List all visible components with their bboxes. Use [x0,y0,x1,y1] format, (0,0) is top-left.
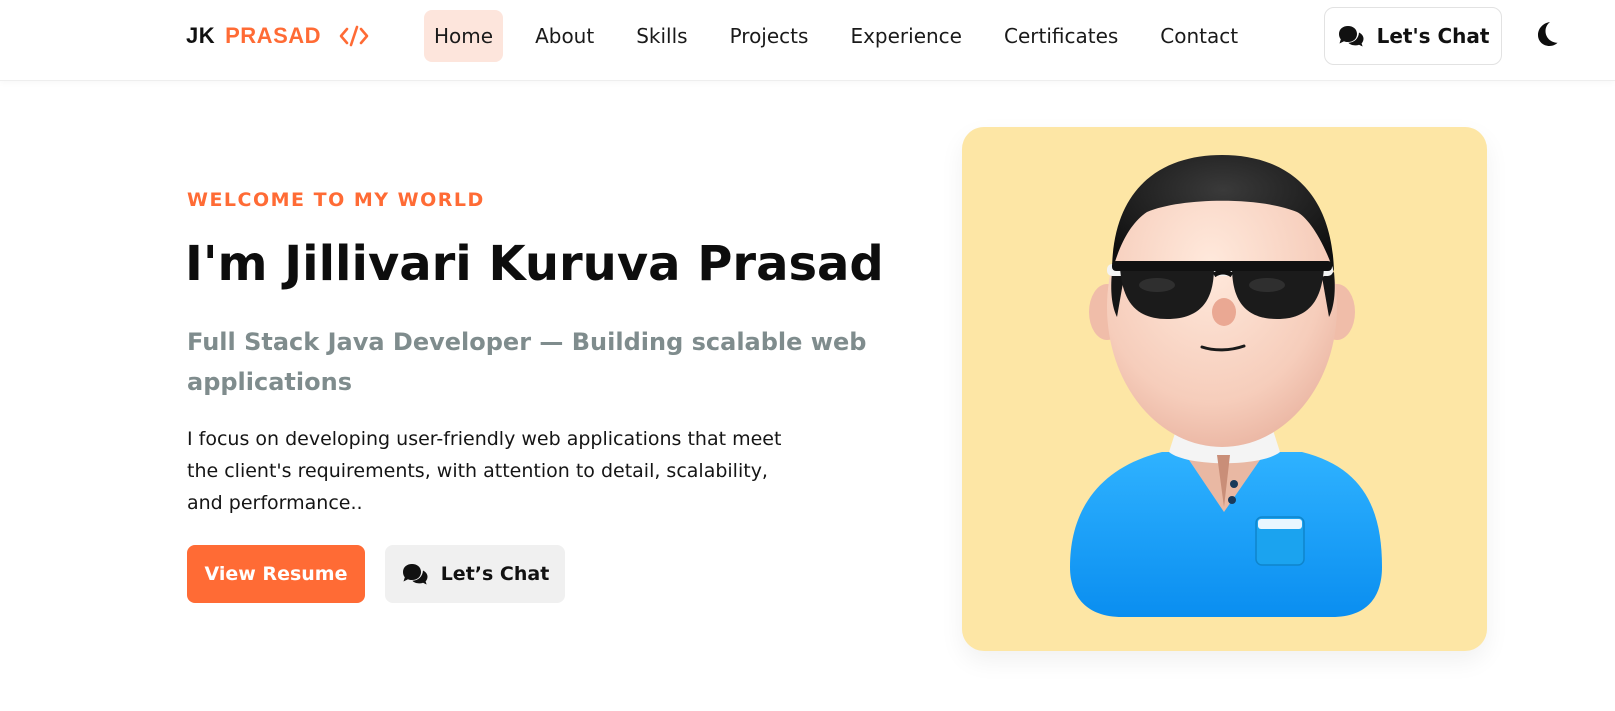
brand-second: PRASAD [225,23,322,48]
lets-chat-nav-label: Let's Chat [1376,24,1490,48]
nav-projects[interactable]: Projects [720,10,819,62]
lets-chat-nav-button[interactable]: Let's Chat [1324,7,1502,65]
nav-contact[interactable]: Contact [1150,10,1248,62]
nav-home[interactable]: Home [424,10,504,62]
brand-logo[interactable]: JK PRASAD [186,22,369,50]
navbar: JK PRASAD Home About Skills Projects Exp… [0,0,1615,81]
nav-certificates[interactable]: Certificates [994,10,1128,62]
avatar-card [962,127,1487,651]
view-resume-button[interactable]: View Resume [187,545,365,603]
page-title: I'm Jillivari Kuruva Prasad [185,236,884,292]
nav-experience[interactable]: Experience [840,10,972,62]
lets-chat-button[interactable]: Let’s Chat [385,545,565,603]
moon-icon[interactable] [1533,20,1559,48]
hero-subtitle: Full Stack Java Developer — Building sca… [187,328,867,396]
brand-first: JK [186,23,216,48]
code-icon [339,25,369,47]
avatar-illustration [1070,155,1382,617]
nav-about[interactable]: About [525,10,604,62]
hero-description: I focus on developing user-friendly web … [187,428,782,514]
lets-chat-label: Let’s Chat [440,563,550,585]
chat-bubbles-icon [401,563,429,585]
chat-bubbles-icon [1337,25,1365,47]
nav-skills[interactable]: Skills [626,10,697,62]
nav-links: Home About Skills Projects Experience Ce… [424,10,1270,62]
welcome-eyebrow: WELCOME TO MY WORLD [187,189,485,211]
